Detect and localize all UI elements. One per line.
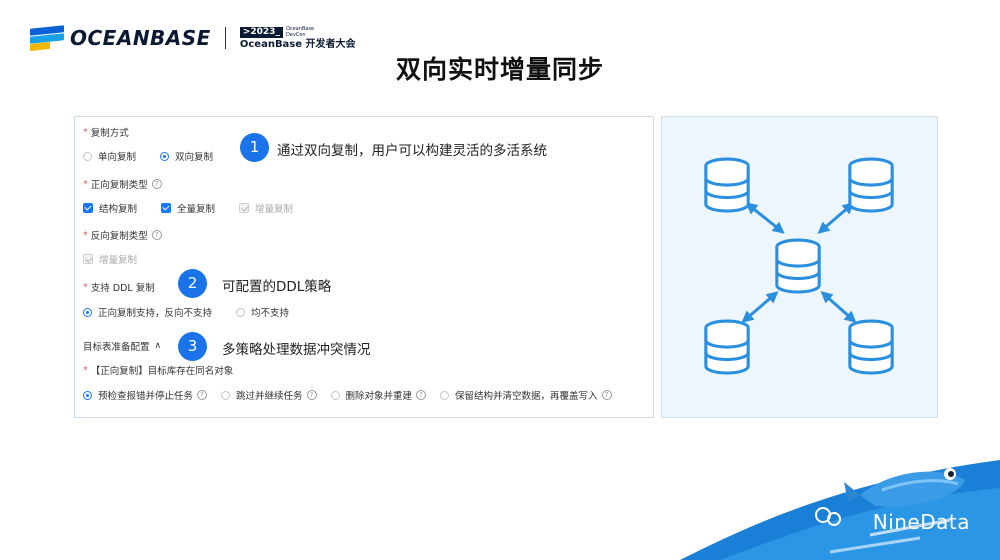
arrow-top-right xyxy=(817,202,855,234)
callout-text-2: 可配置的DDL策略 xyxy=(222,279,332,295)
checkbox-checked-icon[interactable] xyxy=(83,203,93,213)
devcon-small-2: DevCon xyxy=(285,32,306,38)
same-name-label-row: * 【正向复制】目标库存在同名对象 xyxy=(83,364,234,378)
radio-drop-rebuild[interactable]: 删除对象并重建 ? xyxy=(330,388,427,402)
forward-type-label: 正向复制类型 xyxy=(90,180,148,191)
database-icon-center xyxy=(775,238,821,294)
database-icon-bottom-right xyxy=(848,319,894,375)
checkbox-full[interactable]: 全量复制 xyxy=(161,201,215,215)
checkbox-checked-icon[interactable] xyxy=(161,203,172,213)
ninedata-brand: NineData xyxy=(872,510,970,534)
radio-icon[interactable] xyxy=(440,390,450,400)
radio-selected-icon[interactable] xyxy=(160,151,170,161)
replication-mode-label-row: * 复制方式 xyxy=(83,126,129,140)
target-prep-label: 目标表准备配置 xyxy=(83,342,150,353)
callout-text-3: 多策略处理数据冲突情况 xyxy=(222,342,371,358)
page-title: 双向实时增量同步 xyxy=(395,55,604,84)
multi-active-diagram xyxy=(661,116,938,418)
devcon-name: OceanBase 开发者大会 xyxy=(239,39,356,50)
arrow-bottom-right xyxy=(820,291,857,323)
header: OCEANBASE >2023_ OceanBase DevCon OceanB… xyxy=(30,24,356,52)
callout-badge-2: 2 xyxy=(178,269,207,298)
help-icon[interactable]: ? xyxy=(151,179,162,189)
arrow-bottom-left xyxy=(741,291,779,323)
ddl-options: 正向复制支持，反向不支持 均不支持 xyxy=(83,305,313,319)
radio-ddl-none[interactable]: 均不支持 xyxy=(236,305,289,319)
radio-icon[interactable] xyxy=(221,390,231,400)
radio-icon[interactable] xyxy=(236,307,246,317)
callout-badge-1: 1 xyxy=(240,133,269,162)
checkbox-reverse-incremental: 增量复制 xyxy=(83,252,137,266)
checkbox-incremental: 增量复制 xyxy=(239,201,293,215)
devcon-logo: >2023_ OceanBase DevCon OceanBase 开发者大会 xyxy=(239,26,356,50)
diagram-svg xyxy=(704,157,894,375)
forward-type-options: 结构复制 全量复制 增量复制 xyxy=(83,201,317,215)
oceanbase-logo-text: OCEANBASE xyxy=(70,26,211,50)
help-icon[interactable]: ? xyxy=(197,390,208,400)
chevron-up-icon[interactable]: ∧ xyxy=(155,341,162,351)
checkbox-disabled-icon xyxy=(83,254,93,264)
radio-precheck-stop[interactable]: 预检查报错并停止任务 ? xyxy=(83,388,208,402)
checkbox-structure[interactable]: 结构复制 xyxy=(83,201,137,215)
database-icon-top-right xyxy=(848,157,894,213)
database-icon-top-left xyxy=(704,157,750,213)
reverse-type-label: 反向复制类型 xyxy=(90,231,148,242)
radio-one-way[interactable]: 单向复制 xyxy=(83,149,136,163)
arrow-top-left xyxy=(745,202,785,234)
radio-selected-icon[interactable] xyxy=(83,390,92,400)
help-icon[interactable]: ? xyxy=(151,230,162,240)
radio-skip-continue[interactable]: 跳过并继续任务 ? xyxy=(221,388,317,402)
radio-two-way[interactable]: 双向复制 xyxy=(160,149,213,163)
replication-mode-label: 复制方式 xyxy=(90,128,129,139)
reverse-type-options: 增量复制 xyxy=(83,252,161,266)
checkbox-disabled-icon xyxy=(239,203,250,213)
replication-config-form: * 复制方式 单向复制 双向复制 * 正向复制类型 ? 结构复制 全量复制 增量… xyxy=(74,116,654,418)
ddl-label: 支持 DDL 复制 xyxy=(90,283,155,294)
same-name-label: 【正向复制】目标库存在同名对象 xyxy=(90,366,234,377)
ddl-label-row: * 支持 DDL 复制 xyxy=(83,281,155,295)
reverse-type-label-row: * 反向复制类型 ? xyxy=(83,228,162,242)
radio-selected-icon[interactable] xyxy=(83,307,92,317)
target-prep-toggle[interactable]: 目标表准备配置 ∧ xyxy=(83,339,161,353)
radio-keep-truncate[interactable]: 保留结构并清空数据，再覆盖写入 ? xyxy=(440,388,612,402)
same-name-options: 预检查报错并停止任务 ? 跳过并继续任务 ? 删除对象并重建 ? 保留结构并清空… xyxy=(83,388,612,402)
help-icon[interactable]: ? xyxy=(306,390,317,400)
database-icon-bottom-left xyxy=(704,319,750,375)
replication-mode-options: 单向复制 双向复制 xyxy=(83,149,237,163)
callout-text-1: 通过双向复制，用户可以构建灵活的多活系统 xyxy=(277,143,547,159)
callout-badge-3: 3 xyxy=(178,332,207,361)
oceanbase-logo-icon xyxy=(30,25,64,52)
help-icon[interactable]: ? xyxy=(416,390,427,400)
help-icon[interactable]: ? xyxy=(601,390,612,400)
ninedata-wave-decoration xyxy=(680,460,1000,560)
header-divider xyxy=(224,27,226,49)
devcon-year: >2023_ xyxy=(239,26,283,38)
forward-type-label-row: * 正向复制类型 ? xyxy=(83,177,162,191)
oceanbase-logo: OCEANBASE xyxy=(30,25,211,52)
radio-icon[interactable] xyxy=(83,151,92,161)
radio-icon[interactable] xyxy=(330,390,340,400)
radio-ddl-forward[interactable]: 正向复制支持，反向不支持 xyxy=(83,305,212,319)
